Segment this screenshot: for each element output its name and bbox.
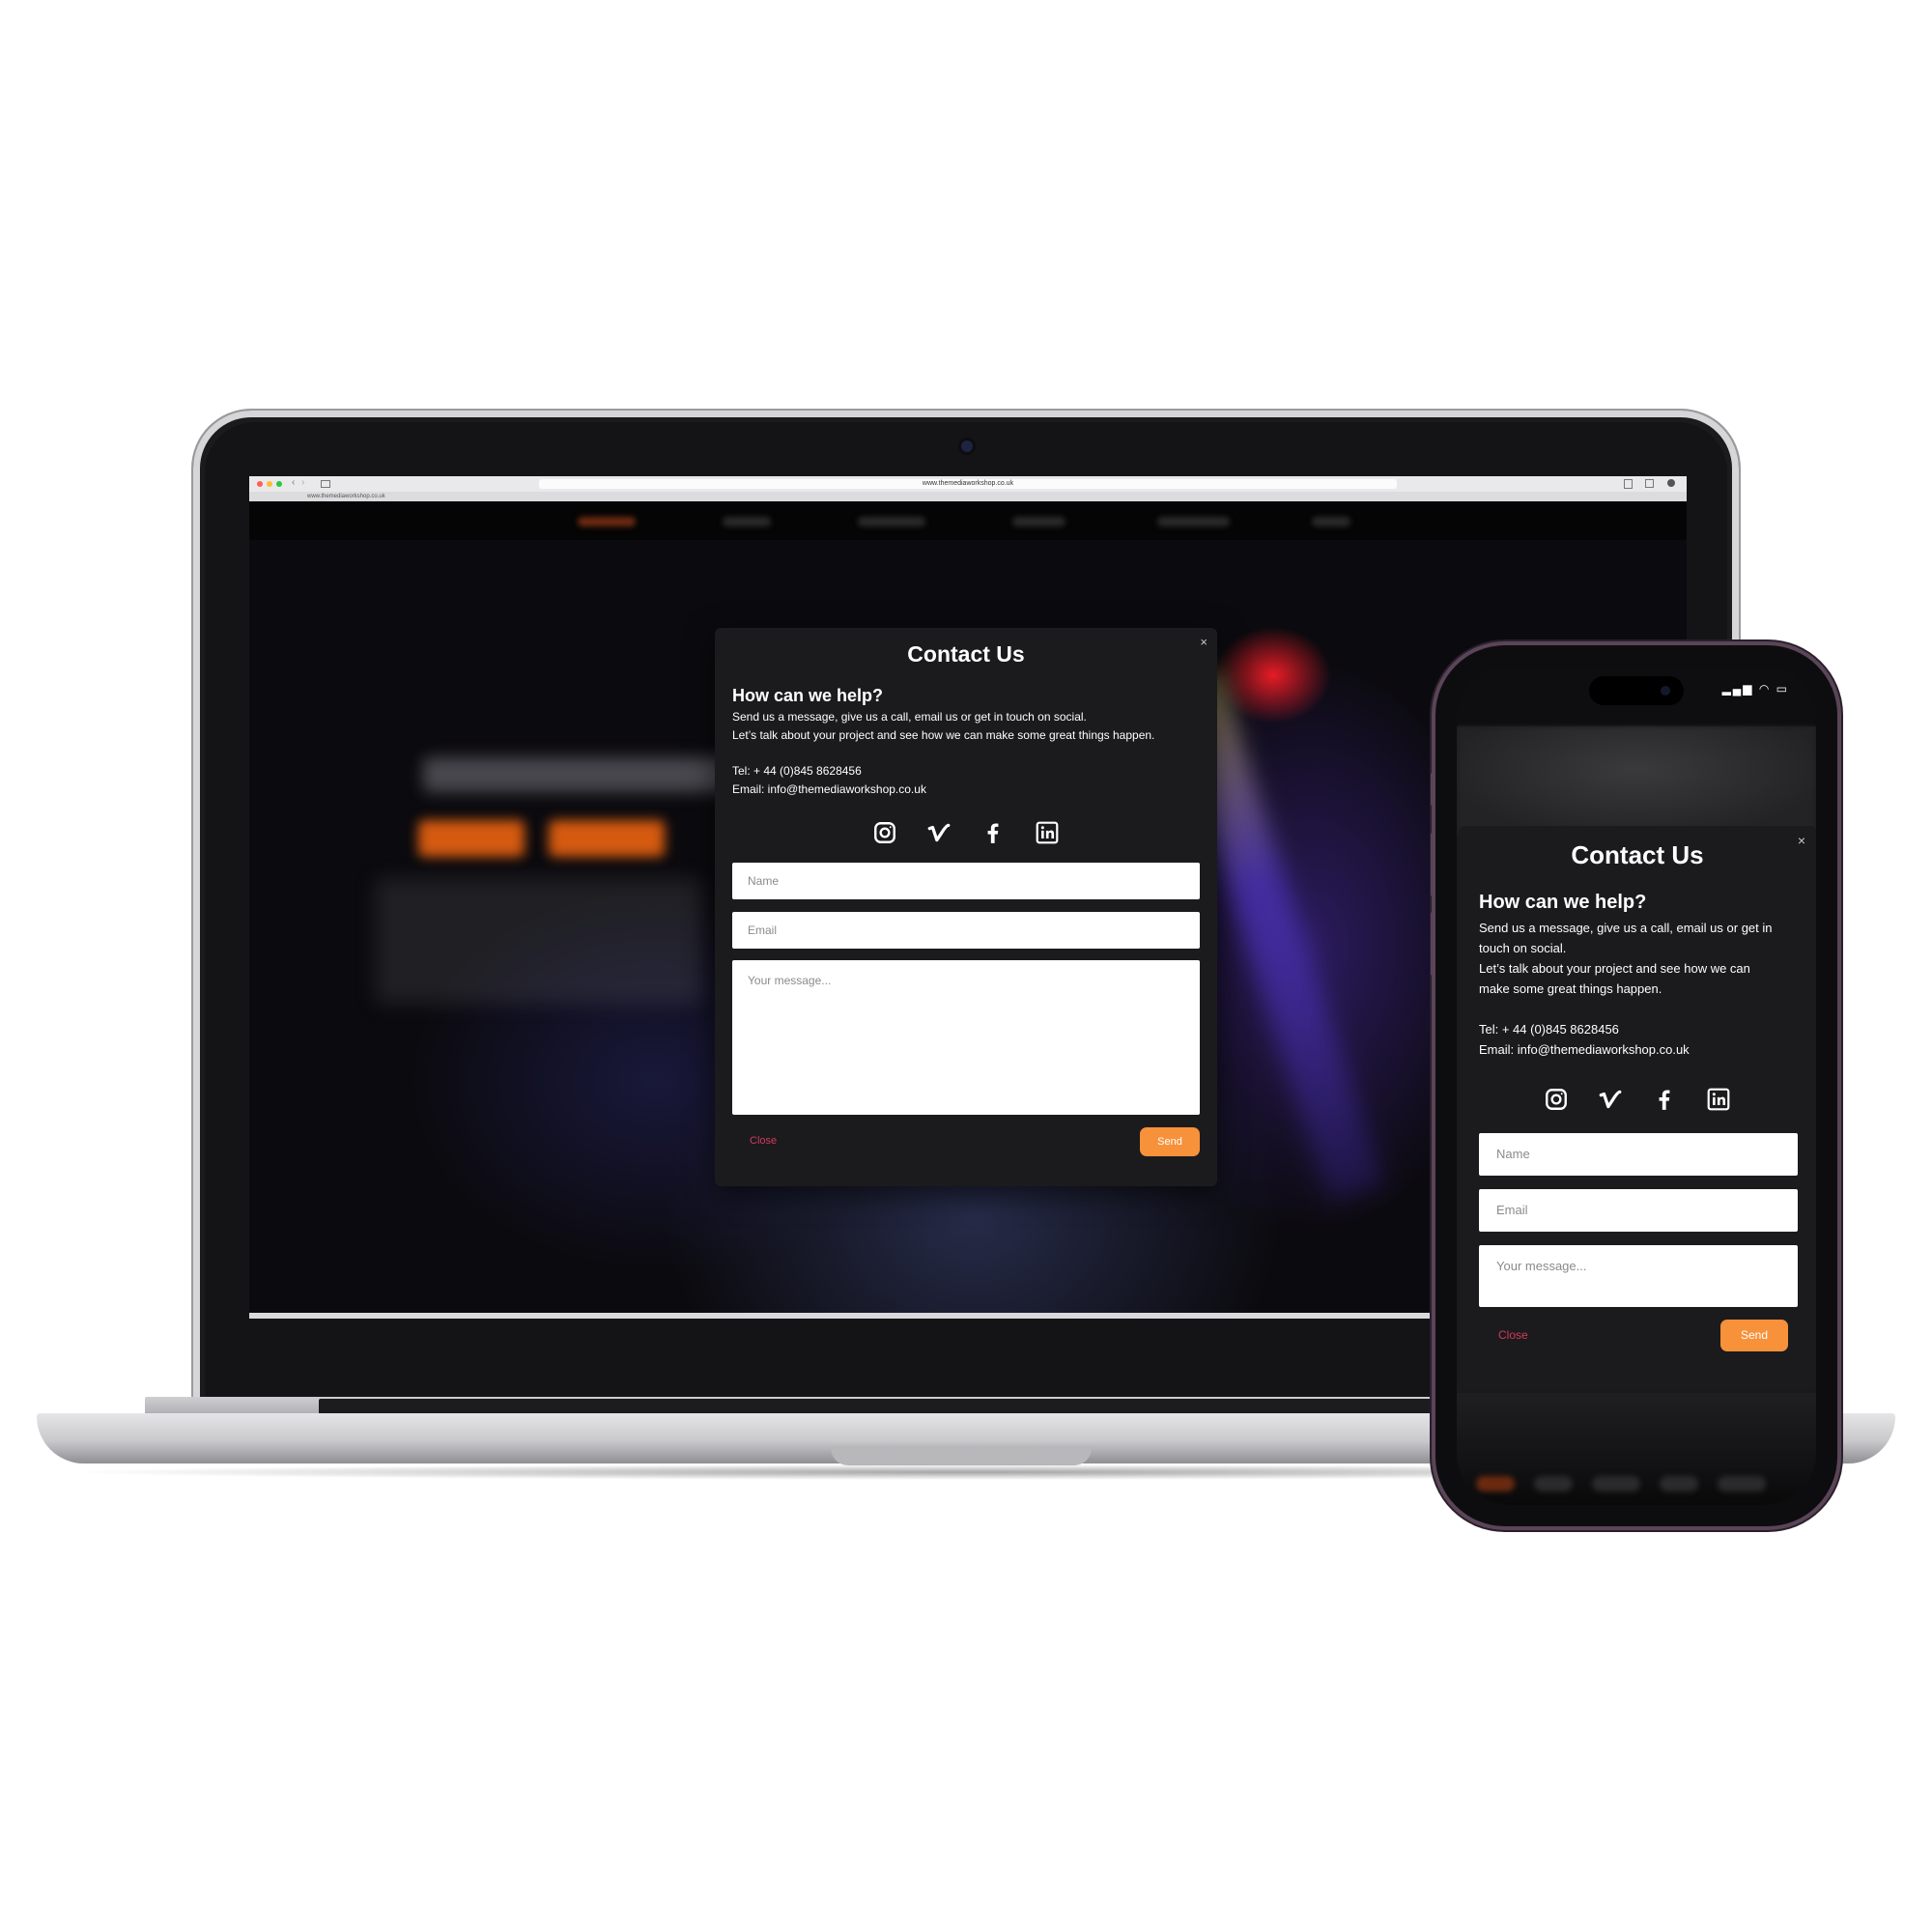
phone-background-blurred xyxy=(1457,726,1816,835)
instagram-icon[interactable] xyxy=(1542,1085,1571,1114)
minimize-window-dot[interactable] xyxy=(267,481,272,487)
url-text: www.themediaworkshop.co.uk xyxy=(922,480,1014,487)
linkedin-icon[interactable] xyxy=(1704,1085,1733,1114)
sidebar-icon[interactable] xyxy=(321,480,330,488)
share-icon[interactable] xyxy=(1624,479,1633,489)
hero-text-blurred xyxy=(375,878,703,1004)
help-heading: How can we help? xyxy=(1479,892,1647,913)
status-icons: ▂▄▆ ◠ ▭ xyxy=(1721,682,1789,696)
message-textarea[interactable]: Your message... xyxy=(1479,1245,1798,1307)
help-heading: How can we help? xyxy=(732,686,884,705)
vimeo-icon[interactable] xyxy=(1596,1085,1625,1114)
site-navigation xyxy=(249,501,1687,540)
phone-status-area: ▂▄▆ ◠ ▭ xyxy=(1457,667,1816,726)
close-button[interactable]: Close xyxy=(1498,1328,1528,1342)
social-links xyxy=(1459,1085,1816,1116)
phone-side-button xyxy=(1431,773,1435,806)
nav-item-blurred xyxy=(578,517,636,526)
phone-volume-up xyxy=(1431,833,1435,896)
social-links xyxy=(715,818,1217,845)
email-field[interactable]: Email xyxy=(732,912,1200,949)
email-field[interactable]: Email xyxy=(1479,1189,1798,1232)
contact-modal-desktop: × Contact Us How can we help? Send us a … xyxy=(715,628,1217,1186)
tabs-icon[interactable] xyxy=(1645,479,1654,488)
name-field[interactable]: Name xyxy=(732,863,1200,899)
nav-item-blurred xyxy=(1157,517,1230,526)
linkedin-icon[interactable] xyxy=(1033,818,1062,847)
close-button[interactable]: Close xyxy=(750,1135,777,1147)
phone-nav-item-blurred xyxy=(1718,1476,1766,1492)
intro-text-line1: Send us a message, give us a call, email… xyxy=(1479,921,1773,955)
address-bar[interactable]: www.themediaworkshop.co.uk xyxy=(539,479,1397,489)
close-window-dot[interactable] xyxy=(257,481,263,487)
browser-toolbar: ‹ › www.themediaworkshop.co.uk xyxy=(249,476,1687,493)
forward-icon[interactable]: › xyxy=(301,477,304,488)
laptop-opening-notch xyxy=(831,1446,1092,1465)
modal-title: Contact Us xyxy=(1571,840,1704,869)
email-text: Email: info@themediaworkshop.co.uk xyxy=(1479,1042,1690,1057)
nav-item-blurred xyxy=(1312,517,1350,526)
intro-text-line1: Send us a message, give us a call, email… xyxy=(732,710,1087,724)
name-field[interactable]: Name xyxy=(1479,1133,1798,1176)
webcam xyxy=(961,440,973,452)
send-button[interactable]: Send xyxy=(1140,1127,1200,1156)
hero-button-blurred xyxy=(549,820,665,857)
telephone-text: Tel: + 44 (0)845 8628456 xyxy=(732,764,862,778)
phone-nav-item-blurred xyxy=(1534,1476,1573,1492)
contact-modal-mobile: × Contact Us How can we help? Send us a … xyxy=(1459,826,1816,1388)
facebook-icon[interactable] xyxy=(1650,1085,1679,1114)
nav-item-blurred xyxy=(723,517,771,526)
download-icon[interactable] xyxy=(1667,479,1675,487)
hero-title-blurred xyxy=(423,757,732,792)
keyboard-strip xyxy=(319,1399,1613,1414)
hero-button-blurred xyxy=(418,820,525,857)
instagram-icon[interactable] xyxy=(870,818,899,847)
intro-text-line2: Let’s talk about your project and see ho… xyxy=(732,728,1155,742)
front-camera xyxy=(1661,686,1670,696)
phone-nav-item-blurred xyxy=(1476,1476,1515,1492)
phone-volume-down xyxy=(1431,912,1435,976)
phone-power-button xyxy=(1837,852,1841,952)
facebook-icon[interactable] xyxy=(979,818,1008,847)
browser-tab[interactable]: www.themediaworkshop.co.uk xyxy=(307,492,385,501)
email-text: Email: info@themediaworkshop.co.uk xyxy=(732,782,926,796)
telephone-text: Tel: + 44 (0)845 8628456 xyxy=(1479,1022,1619,1037)
zoom-window-dot[interactable] xyxy=(276,481,282,487)
nav-item-blurred xyxy=(858,517,925,526)
phone-nav-item-blurred xyxy=(1660,1476,1698,1492)
vimeo-icon[interactable] xyxy=(924,818,953,847)
modal-title: Contact Us xyxy=(907,641,1025,667)
phone-nav-item-blurred xyxy=(1592,1476,1640,1492)
intro-text-line2: Let’s talk about your project and see ho… xyxy=(1479,961,1750,996)
message-textarea[interactable]: Your message... xyxy=(732,960,1200,1115)
tab-strip: www.themediaworkshop.co.uk xyxy=(249,492,1687,501)
back-icon[interactable]: ‹ xyxy=(292,477,295,488)
send-button[interactable]: Send xyxy=(1720,1320,1788,1351)
dynamic-island xyxy=(1589,676,1684,705)
nav-item-blurred xyxy=(1012,517,1065,526)
